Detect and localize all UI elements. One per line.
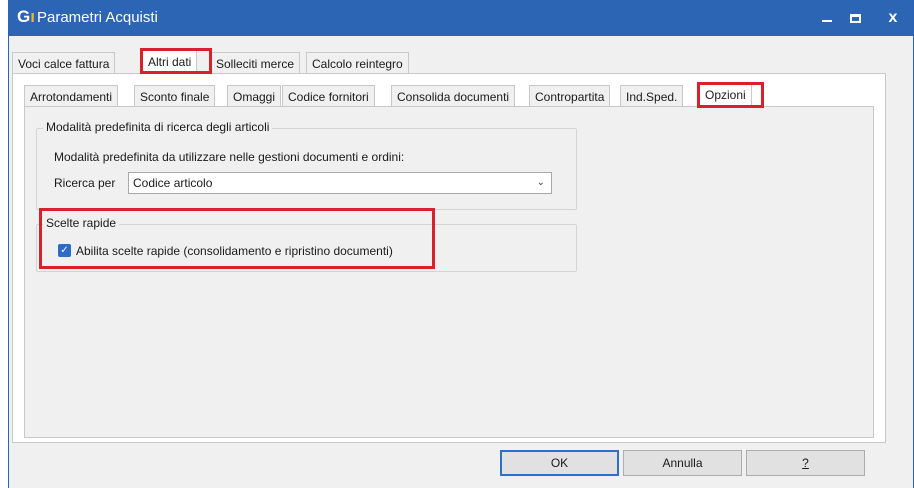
- tab-solleciti-merce[interactable]: Solleciti merce: [210, 52, 301, 74]
- quick-choices-checkbox[interactable]: ✓: [58, 244, 71, 257]
- close-icon: x: [888, 9, 898, 26]
- window-title: Parametri Acquisti: [37, 9, 158, 26]
- tab-codice-fornitori[interactable]: Codice fornitori: [282, 85, 375, 107]
- tab-arrotondamenti[interactable]: Arrotondamenti: [24, 85, 119, 107]
- tab-consolida-documenti[interactable]: Consolida documenti: [391, 85, 516, 107]
- minimize-button[interactable]: [813, 6, 841, 30]
- search-field-value: Codice articolo: [133, 176, 213, 190]
- app-logo-icon: Gı: [17, 7, 35, 26]
- minimize-icon: [822, 20, 832, 22]
- close-button[interactable]: x: [879, 6, 907, 30]
- tab-omaggi[interactable]: Omaggi: [227, 85, 282, 107]
- title-bar[interactable]: Gı Parametri Acquisti x: [9, 0, 913, 36]
- tab-opzioni[interactable]: Opzioni: [699, 83, 752, 107]
- cancel-button[interactable]: Annulla: [623, 450, 742, 476]
- tab-calcolo-reintegro[interactable]: Calcolo reintegro: [306, 52, 409, 74]
- maximize-button[interactable]: [841, 6, 869, 30]
- chevron-down-icon: ⌄: [536, 177, 545, 188]
- tab-ind-sped[interactable]: Ind.Sped.: [620, 85, 684, 107]
- search-field-label: Ricerca per: [54, 176, 116, 190]
- check-icon: ✓: [60, 245, 69, 256]
- ok-button[interactable]: OK: [500, 450, 619, 476]
- quick-choices-group-title: Scelte rapide: [43, 216, 120, 230]
- help-button[interactable]: ?: [746, 450, 865, 476]
- tab-sconto-finale[interactable]: Sconto finale: [134, 85, 216, 107]
- search-field-select[interactable]: Codice articolo ⌄: [128, 172, 552, 194]
- quick-choices-checkbox-label[interactable]: Abilita scelte rapide (consolidamento e …: [76, 244, 393, 258]
- tab-altri-dati[interactable]: Altri dati: [142, 50, 198, 74]
- search-mode-description: Modalità predefinita da utilizzare nelle…: [54, 150, 405, 164]
- search-mode-group: Modalità predefinita di ricerca degli ar…: [36, 120, 577, 210]
- tab-voci-calce-fattura[interactable]: Voci calce fattura: [12, 52, 116, 74]
- tab-contropartita[interactable]: Contropartita: [529, 85, 611, 107]
- maximize-icon: [849, 14, 861, 23]
- search-mode-group-title: Modalità predefinita di ricerca degli ar…: [43, 120, 273, 134]
- help-button-label: ?: [802, 456, 809, 470]
